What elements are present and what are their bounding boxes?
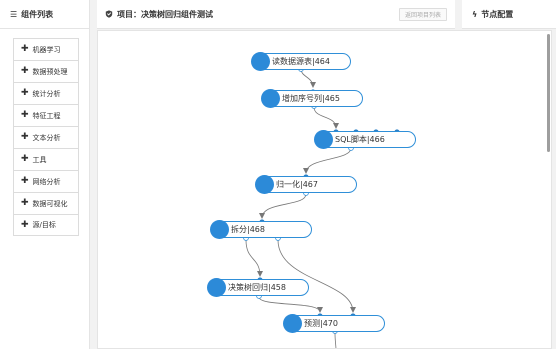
plus-icon: ✚ — [21, 132, 29, 142]
component-category-label: 数据可视化 — [32, 199, 68, 208]
component-category-label: 数据预处理 — [32, 67, 68, 76]
component-category-label: 机器学习 — [32, 45, 61, 54]
component-category-label: 网络分析 — [32, 177, 61, 186]
component-category-stats[interactable]: ✚ 统计分析 — [13, 82, 79, 104]
edge-467-468 — [259, 193, 307, 219]
component-category-tools[interactable]: ✚ 工具 — [13, 148, 79, 170]
flow-node-predict[interactable]: 预测|470 — [283, 314, 385, 333]
canvas-scrollbar[interactable] — [547, 34, 550, 152]
bolt-icon: ϟ — [472, 9, 478, 19]
flow-node-label: SQL脚本|466 — [335, 135, 385, 144]
project-title: 项目：决策树回归组件测试 — [117, 9, 213, 19]
edge-466-467 — [303, 147, 352, 174]
component-category-label: 特征工程 — [32, 111, 61, 120]
flow-node-split[interactable]: 拆分|468 — [210, 220, 312, 239]
node-status-icon — [255, 175, 274, 194]
plus-icon: ✚ — [21, 88, 29, 98]
plus-icon: ✚ — [21, 176, 29, 186]
edge-468-458 — [245, 239, 263, 277]
list-icon: ☰ — [10, 9, 18, 19]
plus-icon: ✚ — [21, 154, 29, 164]
node-status-icon — [207, 278, 226, 297]
flow-node-label: 读数据源表|464 — [272, 57, 330, 66]
node-status-icon — [251, 52, 270, 71]
flow-node-add-index[interactable]: 增加序号列|465 — [261, 89, 363, 108]
flow-node-label: 归一化|467 — [276, 180, 318, 189]
flow-node-read-source[interactable]: 读数据源表|464 — [251, 52, 351, 71]
flow-node-label: 增加序号列|465 — [282, 94, 340, 103]
edge-458-470 — [258, 296, 323, 313]
node-status-icon — [314, 130, 333, 149]
node-status-icon — [283, 314, 302, 333]
node-config-title: 节点配置 — [481, 9, 514, 19]
component-category-label: 源/目标 — [32, 221, 56, 229]
flow-node-label: 决策树回归|458 — [228, 283, 286, 292]
node-config-header: ϟ 节点配置 — [462, 0, 556, 29]
edge-465-466 — [313, 106, 339, 129]
flow-node-sql-script[interactable]: SQL脚本|466 — [314, 130, 416, 149]
component-list: ✚ 机器学习 ✚ 数据预处理 ✚ 统计分析 ✚ 特征工程 ✚ 文本分析 ✚ 工具 ✚ 网络分析… — [0, 29, 89, 236]
plus-icon: ✚ — [21, 44, 29, 54]
component-panel: ☰ 组件列表 ✚ 机器学习 ✚ 数据预处理 ✚ 统计分析 ✚ 特征工程 ✚ 文本分析 ✚ 工… — [0, 0, 90, 349]
plus-icon: ✚ — [21, 66, 29, 76]
flow-node-label: 预测|470 — [304, 319, 338, 328]
back-to-projects-button[interactable]: 返回项目列表 — [398, 8, 447, 21]
plus-icon: ✚ — [21, 198, 29, 208]
component-category-feature[interactable]: ✚ 特征工程 — [13, 104, 79, 126]
component-category-viz[interactable]: ✚ 数据可视化 — [13, 192, 79, 214]
component-category-label: 统计分析 — [32, 89, 61, 98]
flow-node-label: 拆分|468 — [231, 225, 265, 234]
component-category-ml[interactable]: ✚ 机器学习 — [13, 38, 79, 60]
component-category-network[interactable]: ✚ 网络分析 — [13, 170, 79, 192]
flow-canvas[interactable]: 读数据源表|464 增加序号列|465 SQL脚本|466 归一化|467 拆分… — [97, 30, 552, 349]
component-category-source[interactable]: ✚ 源/目标 — [13, 214, 79, 236]
node-status-icon — [261, 89, 280, 108]
component-panel-title: 组件列表 — [21, 9, 54, 19]
edge-464-465 — [300, 68, 316, 88]
component-category-label: 工具 — [32, 155, 47, 164]
shield-icon — [105, 10, 113, 18]
plus-icon: ✚ — [21, 219, 29, 230]
plus-icon: ✚ — [21, 110, 29, 120]
component-panel-header: ☰ 组件列表 — [0, 0, 89, 29]
app-window: ☰ 组件列表 ✚ 机器学习 ✚ 数据预处理 ✚ 统计分析 ✚ 特征工程 ✚ 文本分析 ✚ 工… — [0, 0, 556, 349]
node-status-icon — [210, 220, 229, 239]
edge-468-470 — [277, 239, 356, 313]
flow-node-decision-tree-regression[interactable]: 决策树回归|458 — [207, 278, 309, 297]
edge-470-out — [334, 332, 337, 348]
component-category-text[interactable]: ✚ 文本分析 — [13, 126, 79, 148]
component-category-label: 文本分析 — [32, 133, 61, 142]
flow-node-normalize[interactable]: 归一化|467 — [255, 175, 357, 194]
component-category-preprocess[interactable]: ✚ 数据预处理 — [13, 60, 79, 82]
project-header: 项目：决策树回归组件测试 返回项目列表 — [97, 0, 455, 29]
